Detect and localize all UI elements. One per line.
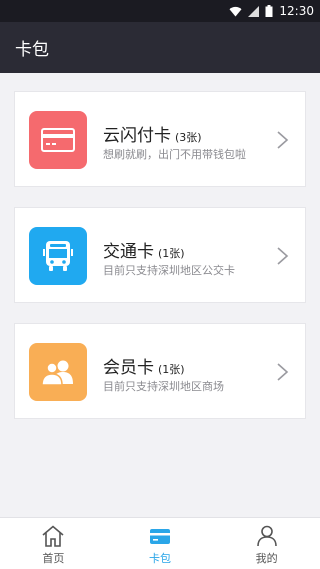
card-title: 交通卡 — [103, 242, 154, 262]
tab-profile[interactable]: 我的 — [213, 518, 320, 569]
card-item-unionpay[interactable]: 云闪付卡 (3张) 想刷就刷，出门不用带钱包啦 — [14, 91, 306, 187]
card-title-line: 交通卡 (1张) — [103, 237, 185, 262]
status-bar: 12:30 — [0, 0, 320, 22]
bottom-tab-bar: 首页 卡包 我的 — [0, 517, 320, 569]
title-bar: 卡包 — [0, 22, 320, 73]
bus-icon — [29, 227, 87, 285]
card-item-membership[interactable]: 会员卡 (1张) 目前只支持深圳地区商场 — [14, 323, 306, 419]
wallet-icon — [150, 529, 170, 544]
tab-label: 首页 — [42, 552, 65, 565]
battery-icon — [265, 5, 273, 17]
chevron-right-icon — [277, 131, 289, 149]
tab-home[interactable]: 首页 — [0, 518, 107, 569]
card-title-line: 会员卡 (1张) — [103, 353, 185, 378]
credit-card-icon — [29, 111, 87, 169]
signal-icon — [248, 5, 260, 17]
card-title: 云闪付卡 — [103, 126, 171, 146]
home-icon — [42, 525, 64, 547]
card-subtitle: 目前只支持深圳地区商场 — [103, 380, 224, 393]
wifi-icon — [229, 6, 242, 17]
card-count: (1张) — [158, 247, 185, 260]
status-time: 12:30 — [279, 4, 314, 18]
tab-label: 卡包 — [149, 552, 171, 565]
tab-wallet[interactable]: 卡包 — [107, 518, 214, 569]
card-count: (3张) — [175, 131, 202, 144]
user-icon — [256, 525, 277, 547]
card-title: 会员卡 — [103, 358, 154, 378]
card-item-transit[interactable]: 交通卡 (1张) 目前只支持深圳地区公交卡 — [14, 207, 306, 303]
tab-label: 我的 — [255, 552, 278, 565]
card-subtitle: 想刷就刷，出门不用带钱包啦 — [103, 148, 246, 161]
card-count: (1张) — [158, 363, 185, 376]
chevron-right-icon — [277, 363, 289, 381]
card-title-line: 云闪付卡 (3张) — [103, 121, 202, 146]
card-subtitle: 目前只支持深圳地区公交卡 — [103, 264, 235, 277]
chevron-right-icon — [277, 247, 289, 265]
page-title: 卡包 — [15, 40, 49, 60]
members-icon — [29, 343, 87, 401]
